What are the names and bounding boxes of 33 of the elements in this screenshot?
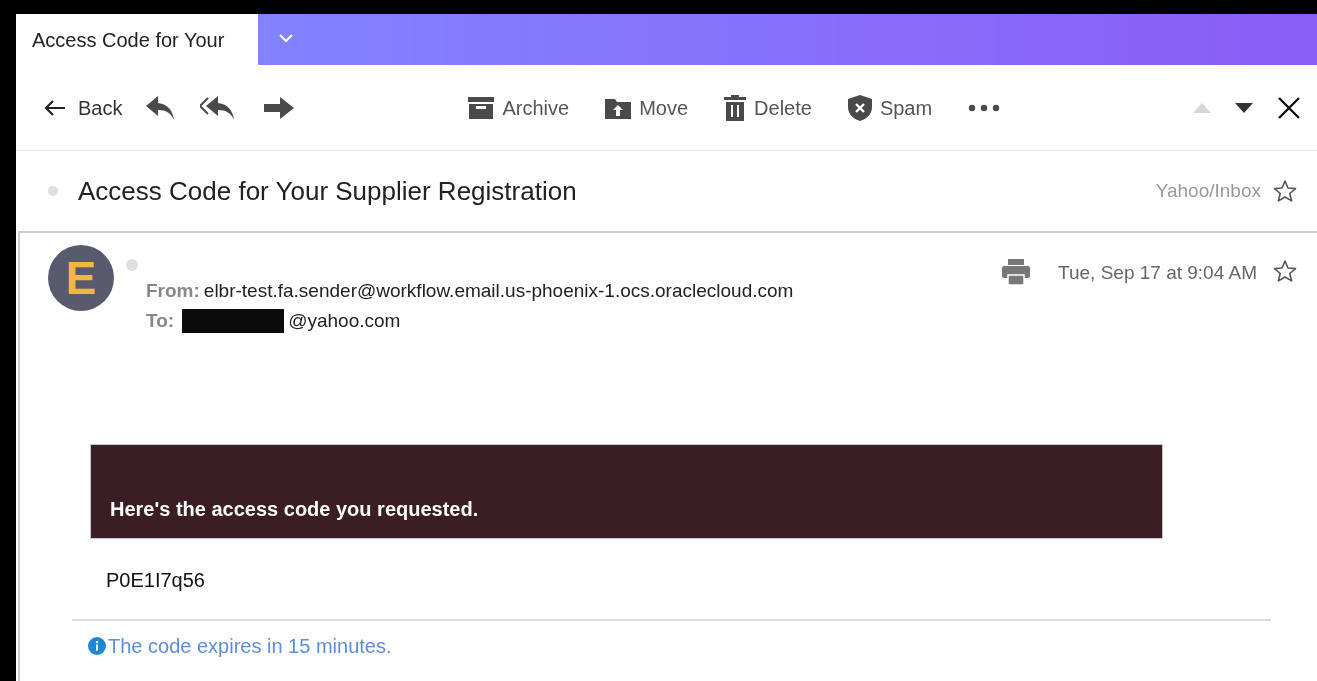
archive-button[interactable]: Archive bbox=[468, 92, 570, 123]
star-icon[interactable] bbox=[1273, 259, 1297, 283]
recipient-address: @yahoo.com bbox=[288, 309, 401, 333]
reply-all-icon[interactable] bbox=[200, 95, 237, 120]
message-date: Tue, Sep 17 at 9:04 AM bbox=[1058, 261, 1257, 285]
spam-button[interactable]: Spam bbox=[847, 92, 933, 123]
printer-icon[interactable] bbox=[1002, 259, 1031, 285]
move-button[interactable]: Move bbox=[605, 92, 689, 123]
email-subject: Access Code for Your Supplier Registration bbox=[78, 174, 577, 208]
close-icon[interactable] bbox=[1277, 95, 1301, 120]
sender-avatar: E bbox=[48, 245, 114, 311]
sender-address: elbr-test.fa.sender@workflow.email.us-phoenix-1.ocs.oraclecloud.com bbox=[203, 279, 794, 303]
more-icon[interactable] bbox=[968, 103, 1001, 112]
info-icon bbox=[88, 637, 106, 655]
from-label: From: bbox=[146, 279, 200, 303]
banner-heading: Here's the access code you requested. bbox=[110, 497, 479, 522]
star-icon[interactable] bbox=[1273, 179, 1297, 203]
reply-icon[interactable] bbox=[146, 95, 177, 120]
arrow-left-icon bbox=[44, 98, 66, 117]
delete-button[interactable]: Delete bbox=[724, 92, 812, 123]
archive-box-icon bbox=[468, 96, 495, 119]
back-button[interactable]: Back bbox=[44, 92, 123, 123]
trash-icon bbox=[724, 94, 747, 121]
forward-icon[interactable] bbox=[264, 96, 295, 119]
folder-upload-icon bbox=[605, 96, 632, 119]
expiry-note: The code expires in 15 minutes. bbox=[108, 634, 392, 659]
access-code: P0E1I7q56 bbox=[106, 568, 206, 593]
caret-down-icon[interactable] bbox=[1235, 102, 1253, 113]
tab[interactable]: Access Code for Your bbox=[16, 14, 258, 65]
folder-label: Yahoo/Inbox bbox=[1155, 178, 1261, 203]
chevron-down-icon[interactable] bbox=[278, 32, 294, 44]
shield-x-icon bbox=[847, 94, 872, 121]
to-label: To: bbox=[146, 309, 175, 333]
